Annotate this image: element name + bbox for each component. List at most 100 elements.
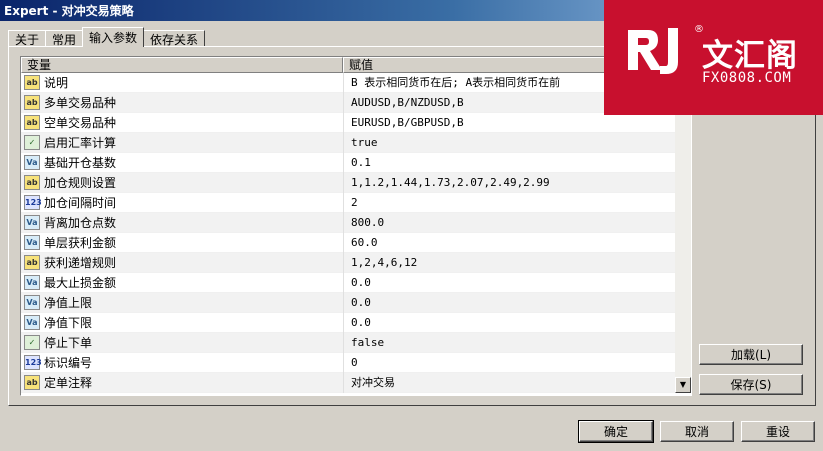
row-value-cell[interactable]: 2 — [343, 192, 676, 213]
table-row[interactable]: Va 基础开仓基数 0.1 — [21, 152, 676, 173]
row-variable-name: 空单交易品种 — [44, 116, 117, 130]
bool-type-icon: ✓ — [24, 135, 40, 150]
row-variable-name: 净值下限 — [44, 316, 93, 330]
watermark-brand: 文汇阁 — [702, 38, 798, 74]
inputs-grid: 变量 赋值 ab 说明 B 表示相同货币在后; A表示相同货币在前 ab 多单交易品种 A… — [20, 56, 692, 396]
reset-button[interactable]: 重设 — [741, 421, 815, 442]
table-row[interactable]: 123 标识编号 0 — [21, 352, 676, 373]
table-row[interactable]: Va 背离加仓点数 800.0 — [21, 212, 676, 233]
tab-inputs[interactable]: 输入参数 — [82, 27, 145, 47]
row-variable-cell: ab 多单交易品种 — [21, 94, 343, 111]
row-value-cell[interactable]: 1,2,4,6,12 — [343, 252, 676, 273]
table-row[interactable]: ab 定单注释 对冲交易 — [21, 372, 676, 393]
tab-inputs-label: 输入参数 — [89, 31, 138, 45]
ok-button[interactable]: 确定 — [578, 420, 654, 443]
row-variable-cell: Va 净值下限 — [21, 314, 343, 331]
row-variable-cell: ab 空单交易品种 — [21, 114, 343, 131]
row-value-cell[interactable]: true — [343, 132, 676, 153]
grid-header: 变量 赋值 — [21, 57, 676, 73]
double-type-icon: Va — [24, 315, 40, 330]
row-variable-cell: ✓ 停止下单 — [21, 334, 343, 351]
row-variable-name: 背离加仓点数 — [44, 216, 117, 230]
table-row[interactable]: ✓ 停止下单 false — [21, 332, 676, 353]
row-variable-name: 标识编号 — [44, 356, 93, 370]
row-variable-cell: ab 获利递增规则 — [21, 254, 343, 271]
tab-dependencies-label: 依存关系 — [150, 32, 199, 47]
table-row[interactable]: Va 净值上限 0.0 — [21, 292, 676, 313]
row-variable-name: 单层获利金额 — [44, 236, 117, 250]
load-button[interactable]: 加载(L) — [699, 344, 803, 365]
grid-rows: ab 说明 B 表示相同货币在后; A表示相同货币在前 ab 多单交易品种 AUDUSD,… — [21, 72, 676, 393]
row-variable-cell: ab 加仓规则设置 — [21, 174, 343, 191]
row-value-cell[interactable]: 0.0 — [343, 292, 676, 313]
bool-type-icon: ✓ — [24, 335, 40, 350]
row-variable-name: 最大止损金额 — [44, 276, 117, 290]
tab-dependencies[interactable]: 依存关系 — [143, 30, 206, 47]
int-type-icon: 123 — [24, 355, 42, 370]
save-button[interactable]: 保存(S) — [699, 374, 803, 395]
table-row[interactable]: 123 加仓间隔时间 2 — [21, 192, 676, 213]
table-row[interactable]: ab 说明 B 表示相同货币在后; A表示相同货币在前 — [21, 72, 676, 93]
int-type-icon: 123 — [24, 195, 42, 210]
row-value-cell[interactable]: 0.0 — [343, 312, 676, 333]
string-type-icon: ab — [24, 115, 40, 130]
row-value-cell[interactable]: 0 — [343, 352, 676, 373]
double-type-icon: Va — [24, 235, 40, 250]
row-variable-cell: Va 最大止损金额 — [21, 274, 343, 291]
table-row[interactable]: ab 获利递增规则 1,2,4,6,12 — [21, 252, 676, 273]
table-row[interactable]: Va 单层获利金额 60.0 — [21, 232, 676, 253]
tab-about[interactable]: 关于 — [8, 30, 47, 47]
row-variable-name: 多单交易品种 — [44, 96, 117, 110]
row-variable-cell: ab 定单注释 — [21, 374, 343, 391]
table-row[interactable]: ✓ 启用汇率计算 true — [21, 132, 676, 153]
row-variable-name: 加仓间隔时间 — [44, 196, 117, 210]
row-value-cell[interactable]: EURUSD,B/GBPUSD,B — [343, 112, 676, 133]
row-variable-name: 净值上限 — [44, 296, 93, 310]
row-variable-cell: Va 基础开仓基数 — [21, 154, 343, 171]
row-value-cell[interactable]: 0.0 — [343, 272, 676, 293]
row-variable-cell: 123 标识编号 — [21, 354, 343, 371]
table-row[interactable]: ab 加仓规则设置 1,1.2,1.44,1.73,2.07,2.49,2.99 — [21, 172, 676, 193]
table-row[interactable]: ab 多单交易品种 AUDUSD,B/NZDUSD,B — [21, 92, 676, 113]
row-variable-name: 说明 — [44, 76, 69, 90]
tab-about-label: 关于 — [15, 32, 40, 47]
table-row[interactable]: ab 空单交易品种 EURUSD,B/GBPUSD,B — [21, 112, 676, 133]
row-variable-cell: 123 加仓间隔时间 — [21, 194, 343, 211]
tab-common[interactable]: 常用 — [45, 30, 84, 47]
cancel-button[interactable]: 取消 — [660, 421, 734, 442]
double-type-icon: Va — [24, 155, 40, 170]
double-type-icon: Va — [24, 275, 40, 290]
row-variable-name: 基础开仓基数 — [44, 156, 117, 170]
table-row[interactable]: Va 最大止损金额 0.0 — [21, 272, 676, 293]
row-variable-cell: Va 净值上限 — [21, 294, 343, 311]
row-variable-cell: ✓ 启用汇率计算 — [21, 134, 343, 151]
string-type-icon: ab — [24, 255, 40, 270]
watermark-logo: ® 文汇阁 FX0808.COM — [604, 0, 823, 115]
string-type-icon: ab — [24, 375, 40, 390]
row-variable-name: 加仓规则设置 — [44, 176, 117, 190]
double-type-icon: Va — [24, 295, 40, 310]
row-value-cell[interactable]: 60.0 — [343, 232, 676, 253]
row-variable-name: 启用汇率计算 — [44, 136, 117, 150]
row-value-cell[interactable]: false — [343, 332, 676, 353]
scroll-down-arrow-icon[interactable]: ▼ — [675, 377, 691, 393]
row-variable-cell: Va 单层获利金额 — [21, 234, 343, 251]
window-title: Expert - 对冲交易策略 — [4, 4, 134, 18]
row-value-cell[interactable]: 1,1.2,1.44,1.73,2.07,2.49,2.99 — [343, 172, 676, 193]
string-type-icon: ab — [24, 175, 40, 190]
double-type-icon: Va — [24, 215, 40, 230]
brand-mark-icon — [628, 28, 678, 74]
row-variable-cell: ab 说明 — [21, 74, 343, 91]
column-header-variable[interactable]: 变量 — [21, 57, 343, 73]
row-value-cell[interactable]: 对冲交易 — [343, 372, 676, 393]
tab-common-label: 常用 — [52, 32, 77, 47]
row-variable-cell: Va 背离加仓点数 — [21, 214, 343, 231]
row-value-cell[interactable]: 800.0 — [343, 212, 676, 233]
string-type-icon: ab — [24, 95, 40, 110]
row-value-cell[interactable]: 0.1 — [343, 152, 676, 173]
table-row[interactable]: Va 净值下限 0.0 — [21, 312, 676, 333]
watermark-url: FX0808.COM — [702, 70, 792, 86]
row-variable-name: 定单注释 — [44, 376, 93, 390]
row-variable-name: 停止下单 — [44, 336, 93, 350]
tab-strip: 关于 常用 输入参数 依存关系 — [8, 27, 206, 47]
